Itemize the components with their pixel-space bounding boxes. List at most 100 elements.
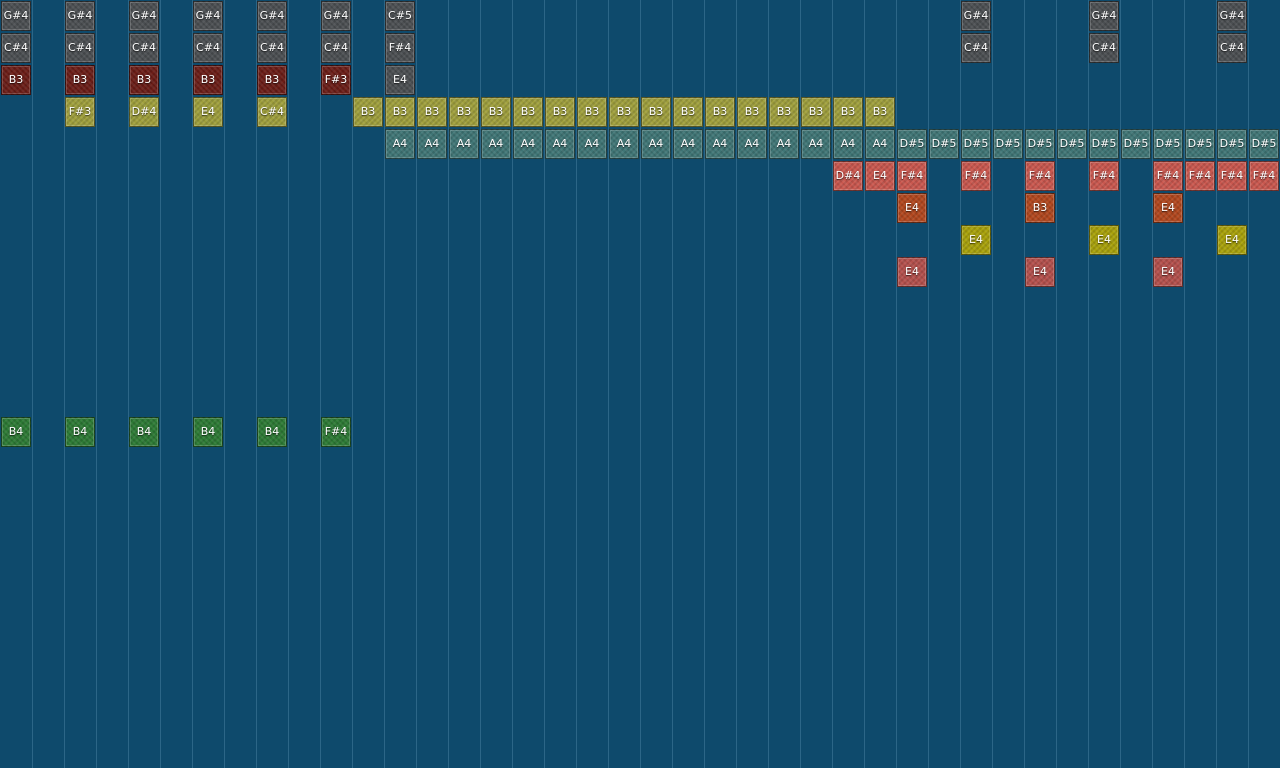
note-block[interactable]: F#4 bbox=[897, 161, 927, 191]
note-block[interactable]: A4 bbox=[865, 129, 895, 159]
note-block[interactable]: B3 bbox=[673, 97, 703, 127]
note-block[interactable]: E4 bbox=[1217, 225, 1247, 255]
note-block[interactable]: B3 bbox=[129, 65, 159, 95]
note-block[interactable]: C#4 bbox=[65, 33, 95, 63]
note-block[interactable]: F#4 bbox=[385, 33, 415, 63]
note-block[interactable]: B3 bbox=[865, 97, 895, 127]
note-block[interactable]: F#4 bbox=[321, 417, 351, 447]
note-block[interactable]: F#4 bbox=[1185, 161, 1215, 191]
note-block[interactable]: C#4 bbox=[129, 33, 159, 63]
note-block[interactable]: A4 bbox=[417, 129, 447, 159]
note-block[interactable]: F#4 bbox=[1153, 161, 1183, 191]
note-block[interactable]: E4 bbox=[1153, 257, 1183, 287]
note-block[interactable]: B3 bbox=[1, 65, 31, 95]
note-block[interactable]: A4 bbox=[833, 129, 863, 159]
sequencer-grid[interactable]: G#4 G#4 G#4 G#4 G#4 G#4 C#5 G#4 G#4 G#4 C#4 C#4 C#4 C… bbox=[0, 0, 1280, 768]
note-block[interactable]: A4 bbox=[641, 129, 671, 159]
note-block[interactable]: B4 bbox=[1, 417, 31, 447]
note-block[interactable]: C#4 bbox=[257, 33, 287, 63]
note-block[interactable]: B3 bbox=[417, 97, 447, 127]
note-block[interactable]: D#5 bbox=[993, 129, 1023, 159]
note-block[interactable]: F#3 bbox=[321, 65, 351, 95]
note-block[interactable]: B3 bbox=[641, 97, 671, 127]
note-block[interactable]: F#4 bbox=[1025, 161, 1055, 191]
note-block[interactable]: D#5 bbox=[1057, 129, 1087, 159]
note-block[interactable]: B3 bbox=[833, 97, 863, 127]
note-block[interactable]: B3 bbox=[65, 65, 95, 95]
note-block[interactable]: E4 bbox=[1089, 225, 1119, 255]
note-block[interactable]: G#4 bbox=[65, 1, 95, 31]
note-block[interactable]: A4 bbox=[609, 129, 639, 159]
note-block[interactable]: D#5 bbox=[897, 129, 927, 159]
note-block[interactable]: D#5 bbox=[1185, 129, 1215, 159]
note-block[interactable]: A4 bbox=[769, 129, 799, 159]
note-block[interactable]: B3 bbox=[513, 97, 543, 127]
note-block[interactable]: C#4 bbox=[1217, 33, 1247, 63]
note-block[interactable]: B3 bbox=[385, 97, 415, 127]
note-block[interactable]: C#4 bbox=[257, 97, 287, 127]
note-block[interactable]: A4 bbox=[673, 129, 703, 159]
note-block[interactable]: B3 bbox=[545, 97, 575, 127]
note-block[interactable]: B3 bbox=[193, 65, 223, 95]
note-block[interactable]: B3 bbox=[577, 97, 607, 127]
note-block[interactable]: D#4 bbox=[129, 97, 159, 127]
note-block[interactable]: C#4 bbox=[321, 33, 351, 63]
note-block[interactable]: A4 bbox=[545, 129, 575, 159]
note-block[interactable]: A4 bbox=[385, 129, 415, 159]
note-block[interactable]: C#5 bbox=[385, 1, 415, 31]
note-block[interactable]: C#4 bbox=[193, 33, 223, 63]
note-block[interactable]: D#4 bbox=[833, 161, 863, 191]
note-block[interactable]: C#4 bbox=[1, 33, 31, 63]
note-block[interactable]: B4 bbox=[257, 417, 287, 447]
note-block[interactable]: F#4 bbox=[1249, 161, 1279, 191]
note-block[interactable]: G#4 bbox=[1089, 1, 1119, 31]
note-block[interactable]: D#5 bbox=[1121, 129, 1151, 159]
note-block[interactable]: D#5 bbox=[1217, 129, 1247, 159]
note-block[interactable]: G#4 bbox=[961, 1, 991, 31]
note-block[interactable]: D#5 bbox=[1153, 129, 1183, 159]
note-block[interactable]: A4 bbox=[481, 129, 511, 159]
note-block[interactable]: D#5 bbox=[1089, 129, 1119, 159]
note-block[interactable]: B4 bbox=[65, 417, 95, 447]
note-block[interactable]: G#4 bbox=[129, 1, 159, 31]
note-block[interactable]: B3 bbox=[449, 97, 479, 127]
note-block[interactable]: A4 bbox=[577, 129, 607, 159]
note-block[interactable]: D#5 bbox=[1025, 129, 1055, 159]
note-block[interactable]: D#5 bbox=[961, 129, 991, 159]
note-block[interactable]: B3 bbox=[1025, 193, 1055, 223]
note-block[interactable]: F#4 bbox=[961, 161, 991, 191]
note-block[interactable]: B3 bbox=[705, 97, 735, 127]
note-block[interactable]: G#4 bbox=[257, 1, 287, 31]
note-block[interactable]: G#4 bbox=[1217, 1, 1247, 31]
note-block[interactable]: B3 bbox=[769, 97, 799, 127]
note-block[interactable]: D#5 bbox=[929, 129, 959, 159]
note-block[interactable]: B3 bbox=[801, 97, 831, 127]
note-block[interactable]: E4 bbox=[961, 225, 991, 255]
note-block[interactable]: B4 bbox=[193, 417, 223, 447]
note-block[interactable]: G#4 bbox=[1, 1, 31, 31]
note-block[interactable]: E4 bbox=[897, 193, 927, 223]
note-block[interactable]: A4 bbox=[705, 129, 735, 159]
note-block[interactable]: E4 bbox=[865, 161, 895, 191]
note-block[interactable]: E4 bbox=[193, 97, 223, 127]
note-block[interactable]: F#4 bbox=[1217, 161, 1247, 191]
note-block[interactable]: A4 bbox=[513, 129, 543, 159]
note-block[interactable]: E4 bbox=[1153, 193, 1183, 223]
note-block[interactable]: A4 bbox=[801, 129, 831, 159]
note-block[interactable]: E4 bbox=[1025, 257, 1055, 287]
note-block[interactable]: E4 bbox=[385, 65, 415, 95]
note-block[interactable]: C#4 bbox=[961, 33, 991, 63]
note-block[interactable]: F#4 bbox=[1089, 161, 1119, 191]
note-block[interactable]: B3 bbox=[609, 97, 639, 127]
note-block[interactable]: G#4 bbox=[321, 1, 351, 31]
note-block[interactable]: B3 bbox=[353, 97, 383, 127]
note-block[interactable]: B3 bbox=[257, 65, 287, 95]
note-block[interactable]: A4 bbox=[449, 129, 479, 159]
note-block[interactable]: B3 bbox=[737, 97, 767, 127]
note-block[interactable]: A4 bbox=[737, 129, 767, 159]
note-block[interactable]: E4 bbox=[897, 257, 927, 287]
note-block[interactable]: B3 bbox=[481, 97, 511, 127]
note-block[interactable]: D#5 bbox=[1249, 129, 1279, 159]
note-block[interactable]: F#3 bbox=[65, 97, 95, 127]
note-block[interactable]: C#4 bbox=[1089, 33, 1119, 63]
